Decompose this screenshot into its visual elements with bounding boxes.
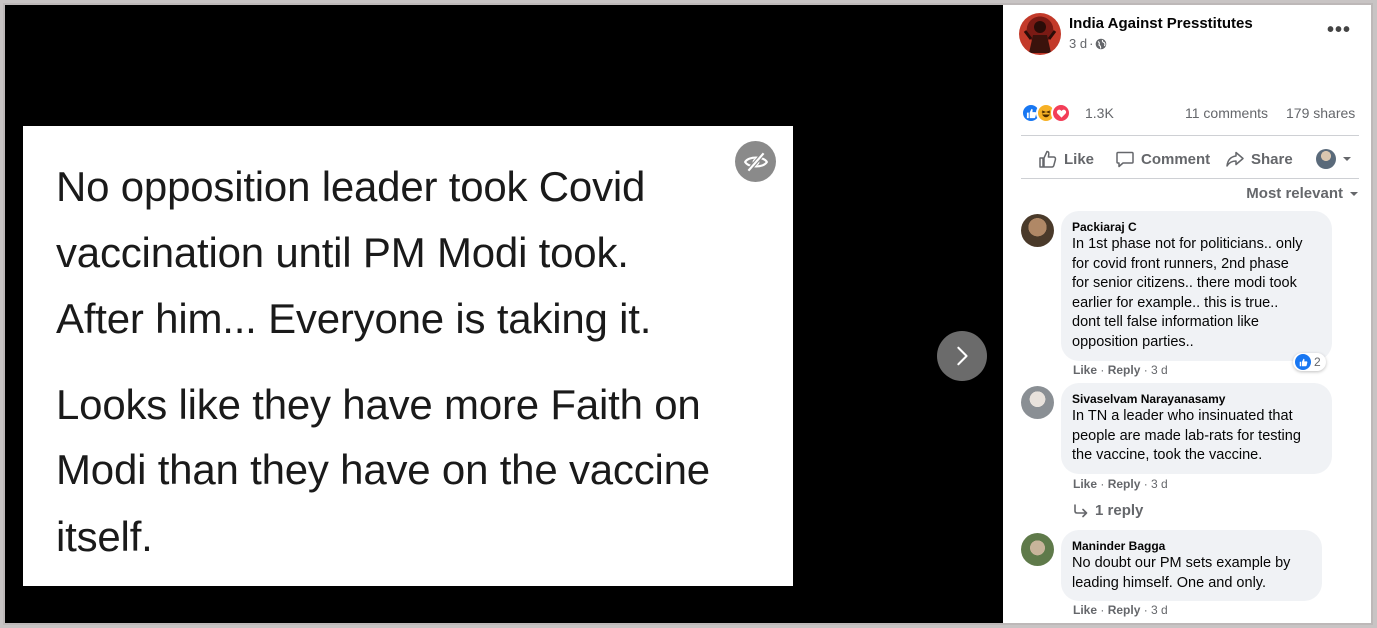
view-replies-link[interactable]: 1 reply [1073,502,1143,519]
photo-text-line: Modi than they have on the vaccine [56,446,710,493]
photo-text-line: No opposition leader took Covid [56,163,646,210]
comment-text: No doubt our PM sets example by leading … [1072,555,1291,591]
post-action-bar: Like Comment Share [1021,145,1359,175]
commenter-avatar[interactable] [1021,214,1054,247]
comment-reply-link[interactable]: Reply [1108,603,1141,617]
comment-bubble: Sivaselvam Narayanasamy In TN a leader w… [1061,383,1332,474]
post-side-panel: India Against Presstitutes 3 d · ••• 1.3… [1005,5,1371,623]
photo-text-line: vaccination until PM Modi took. [56,229,629,276]
like-label: Like [1064,150,1095,168]
post-time[interactable]: 3 d [1069,36,1087,51]
comment-text: In 1st phase not for politicians.. only … [1072,236,1303,350]
photo-text-line: Looks like they have more Faith on [56,381,701,428]
user-avatar [1316,149,1336,169]
reply-arrow-icon [1074,503,1088,517]
comment-time[interactable]: 3 d [1151,363,1168,377]
comment-text: In TN a leader who insinuated that peopl… [1072,408,1301,464]
comment-actions: Like · Reply · 3 d [1073,363,1168,377]
eye-slash-icon [743,151,768,172]
photo-text-line: After him... Everyone is taking it. [56,295,652,342]
reactions-summary: 1.3K 11 comments 179 shares [1021,103,1361,125]
page-avatar[interactable] [1019,13,1061,55]
comment-author[interactable]: Maninder Bagga [1072,538,1310,554]
thumbs-up-icon [1039,150,1057,168]
comments-count-link[interactable]: 11 comments [1185,105,1268,121]
comment-button[interactable]: Comment [1115,149,1210,169]
comment-bubble: Maninder Bagga No doubt our PM sets exam… [1061,530,1322,602]
divider [1021,135,1359,136]
caret-down-icon [1350,191,1358,196]
comment-reaction-badge[interactable]: 2 [1293,353,1326,371]
reaction-count[interactable]: 1.3K [1085,105,1114,121]
comment-time[interactable]: 3 d [1151,477,1168,491]
more-options-button[interactable]: ••• [1327,19,1351,42]
comment-like-link[interactable]: Like [1073,363,1097,377]
comment-icon [1116,151,1134,168]
like-reaction-icon [1295,354,1311,370]
love-reaction-icon [1051,103,1071,123]
like-button[interactable]: Like [1038,149,1094,169]
meta-separator: · [1089,36,1094,51]
comment-reply-link[interactable]: Reply [1108,477,1141,491]
hide-image-button[interactable] [735,141,776,182]
post-meta: 3 d · [1069,36,1107,51]
commenter-avatar[interactable] [1021,533,1054,566]
page-name[interactable]: India Against Presstitutes [1069,15,1253,32]
comment-sort-dropdown[interactable]: Most relevant [1246,185,1359,202]
comment-reply-link[interactable]: Reply [1108,363,1141,377]
photo-viewer: No opposition leader took Covid vaccinat… [5,5,1003,623]
comment-as-selector[interactable] [1316,149,1352,169]
post-photo[interactable]: No opposition leader took Covid vaccinat… [23,126,793,586]
sort-label: Most relevant [1246,185,1343,202]
facebook-photo-theater: No opposition leader took Covid vaccinat… [3,3,1373,625]
shares-count-link[interactable]: 179 shares [1286,105,1355,121]
share-label: Share [1251,150,1293,168]
comment-actions: Like · Reply · 3 d [1073,603,1168,617]
divider [1021,178,1359,179]
comment-like-link[interactable]: Like [1073,603,1097,617]
page-logo-icon [1023,21,1057,53]
globe-icon [1096,38,1107,49]
comment-time[interactable]: 3 d [1151,603,1168,617]
comment-actions: Like · Reply · 3 d [1073,477,1168,491]
share-icon [1226,151,1244,167]
comment-label: Comment [1141,150,1211,168]
commenter-avatar[interactable] [1021,386,1054,419]
comment-bubble: Packiaraj C In 1st phase not for politic… [1061,211,1332,361]
comment-like-link[interactable]: Like [1073,477,1097,491]
comment-reaction-count: 2 [1314,355,1321,369]
chevron-right-icon [957,346,968,366]
comment-author[interactable]: Sivaselvam Narayanasamy [1072,391,1320,407]
next-photo-button[interactable] [937,331,987,381]
photo-text-line: itself. [56,513,153,560]
share-button[interactable]: Share [1225,149,1293,169]
replies-count: 1 reply [1095,502,1144,519]
reaction-icons[interactable] [1021,103,1071,123]
caret-down-icon [1343,157,1351,161]
comment-author[interactable]: Packiaraj C [1072,219,1320,235]
